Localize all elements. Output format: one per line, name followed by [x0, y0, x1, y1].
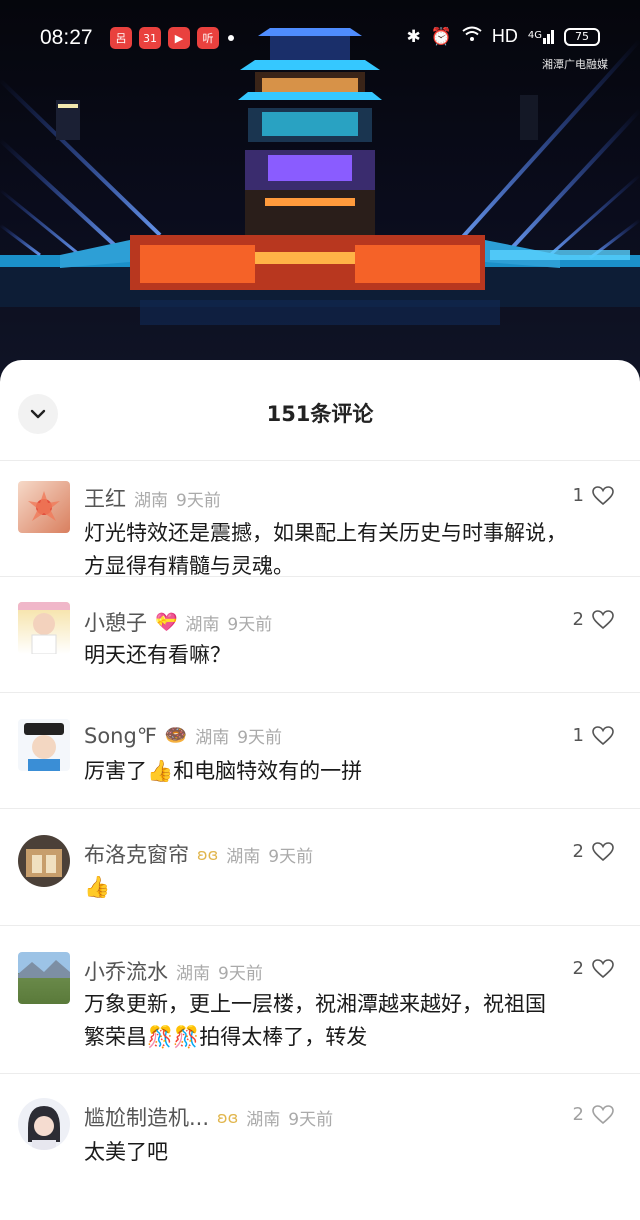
like-count: 2	[572, 609, 584, 630]
comment-text-line: 繁荣昌🎊🎊拍得太棒了，转发	[84, 1025, 368, 1049]
like-count: 2	[572, 1104, 584, 1125]
more-notifications-dot-icon	[228, 35, 234, 41]
bluetooth-icon: ✱	[406, 26, 421, 47]
user-location: 湖南	[185, 614, 220, 635]
wifi-icon	[462, 26, 482, 47]
comment-time: 9天前	[227, 614, 273, 635]
butterfly-badge-icon: ʚɞ	[217, 1107, 239, 1127]
heart-gift-emoji-icon: 💝	[155, 611, 178, 633]
comment-time: 9天前	[268, 846, 314, 867]
avatar[interactable]	[18, 481, 70, 533]
notification-icons: 呂 31 ▶ 听	[110, 27, 234, 49]
comment-text-line: 明天还有看嘛？	[84, 643, 231, 667]
comment-item: 小憩子 💝 湖南 9天前 明天还有看嘛？ 2	[0, 576, 640, 692]
heart-icon	[592, 1104, 614, 1124]
avatar[interactable]	[18, 602, 70, 654]
comment-meta: Song℉ 🍩 湖南 9天前	[84, 723, 283, 749]
user-name[interactable]: 小憩子	[84, 607, 147, 637]
comment-time: 9天前	[288, 1109, 334, 1130]
user-name[interactable]: 尴尬制造机...	[84, 1102, 209, 1132]
comment-meta: 小憩子 💝 湖南 9天前	[84, 607, 272, 637]
comment-text[interactable]: 万象更新，更上一层楼，祝湘潭越来越好，祝祖国 繁荣昌🎊🎊拍得太棒了，转发	[84, 988, 616, 1054]
comment-text-line: 太美了吧	[84, 1140, 168, 1164]
user-name[interactable]: 小乔流水	[84, 956, 168, 986]
like-button[interactable]: 2	[573, 958, 614, 979]
status-bar: 08:27 呂 31 ▶ 听 ✱ ⏰ HD 4G 75 湘潭广电融媒	[0, 0, 640, 80]
battery-icon: 75	[564, 27, 600, 46]
avatar[interactable]	[18, 952, 70, 1004]
comment-time: 9天前	[218, 963, 263, 984]
like-count: 1	[572, 725, 584, 746]
comment-item: 王红 湖南 9天前 灯光特效还是震撼，如果配上有关历史与时事解说， 方显得有精髓…	[0, 460, 640, 578]
user-name[interactable]: Song℉	[84, 724, 157, 748]
system-icons: ✱ ⏰ HD 4G 75	[406, 26, 600, 47]
donut-emoji-icon: 🍩	[164, 725, 188, 746]
user-location: 湖南	[226, 846, 261, 867]
alarm-icon: ⏰	[430, 26, 452, 47]
comment-item: 小乔流水 湖南 9天前 万象更新，更上一层楼，祝湘潭越来越好，祝祖国 繁荣昌🎊🎊…	[0, 925, 640, 1073]
like-button[interactable]: 2	[573, 841, 614, 862]
listen-notification-icon: 听	[197, 27, 219, 49]
comment-text[interactable]: 明天还有看嘛？	[84, 639, 616, 672]
user-name[interactable]: 布洛克窗帘	[84, 839, 189, 869]
like-button[interactable]: 2	[573, 1104, 614, 1125]
comment-meta: 王红 湖南 9天前	[84, 483, 221, 513]
comment-text-line: 万象更新，更上一层楼，祝湘潭越来越好，祝祖国	[84, 992, 546, 1016]
like-count: 2	[572, 958, 584, 979]
comment-sheet: 151条评论 王红 湖南 9天前 灯光特效还是震撼，如果配上有关历史与时事解说，…	[0, 360, 640, 1220]
comment-time: 9天前	[176, 490, 221, 511]
comment-meta: 尴尬制造机... ʚɞ 湖南 9天前	[84, 1102, 333, 1132]
comment-meta: 小乔流水 湖南 9天前	[84, 956, 263, 986]
comment-text[interactable]: 太美了吧	[84, 1136, 616, 1169]
sheet-header: 151条评论	[0, 360, 640, 460]
user-location: 湖南	[176, 963, 210, 984]
heart-icon	[592, 485, 614, 505]
comment-text-line: 👍	[84, 875, 111, 899]
like-count: 1	[572, 485, 584, 506]
heart-icon	[592, 609, 614, 629]
comment-time: 9天前	[237, 728, 283, 748]
user-location: 湖南	[246, 1109, 281, 1130]
comment-count-title: 151条评论	[266, 402, 374, 426]
comment-text[interactable]: 灯光特效还是震撼，如果配上有关历史与时事解说， 方显得有精髓与灵魂。	[84, 517, 616, 583]
broadcaster-watermark: 湘潭广电融媒	[542, 58, 608, 71]
user-name[interactable]: 王红	[84, 483, 126, 513]
comment-text[interactable]: 厉害了👍和电脑特效有的一拼	[84, 755, 616, 788]
like-button[interactable]: 1	[573, 485, 614, 506]
butterfly-badge-icon: ʚɞ	[197, 844, 219, 864]
user-location: 湖南	[195, 728, 230, 748]
comment-meta: 布洛克窗帘 ʚɞ 湖南 9天前	[84, 839, 313, 869]
comment-item: 尴尬制造机... ʚɞ 湖南 9天前 太美了吧 2	[0, 1073, 640, 1193]
avatar[interactable]	[18, 835, 70, 887]
heart-icon	[592, 958, 614, 978]
calendar-notification-icon: 31	[139, 27, 161, 49]
app-notification-icon: 呂	[110, 27, 132, 49]
comment-text[interactable]: 👍	[84, 871, 616, 904]
signal-icon: 4G	[527, 29, 554, 44]
heart-icon	[592, 725, 614, 745]
like-button[interactable]: 2	[573, 609, 614, 630]
clock: 08:27	[40, 26, 93, 49]
comment-item: 布洛克窗帘 ʚɞ 湖南 9天前 👍 2	[0, 808, 640, 925]
like-count: 2	[572, 841, 584, 862]
user-location: 湖南	[134, 490, 168, 511]
heart-icon	[592, 841, 614, 861]
avatar[interactable]	[18, 719, 70, 771]
comment-text-line: 厉害了👍和电脑特效有的一拼	[84, 759, 363, 783]
like-button[interactable]: 1	[573, 725, 614, 746]
comment-item: Song℉ 🍩 湖南 9天前 厉害了👍和电脑特效有的一拼 1	[0, 692, 640, 808]
avatar[interactable]	[18, 1098, 70, 1150]
video-notification-icon: ▶	[168, 27, 190, 49]
comment-text-line: 灯光特效还是震撼，如果配上有关历史与时事解说，	[84, 521, 567, 545]
hd-indicator: HD	[491, 26, 518, 46]
signal-type: 4G	[527, 29, 542, 41]
